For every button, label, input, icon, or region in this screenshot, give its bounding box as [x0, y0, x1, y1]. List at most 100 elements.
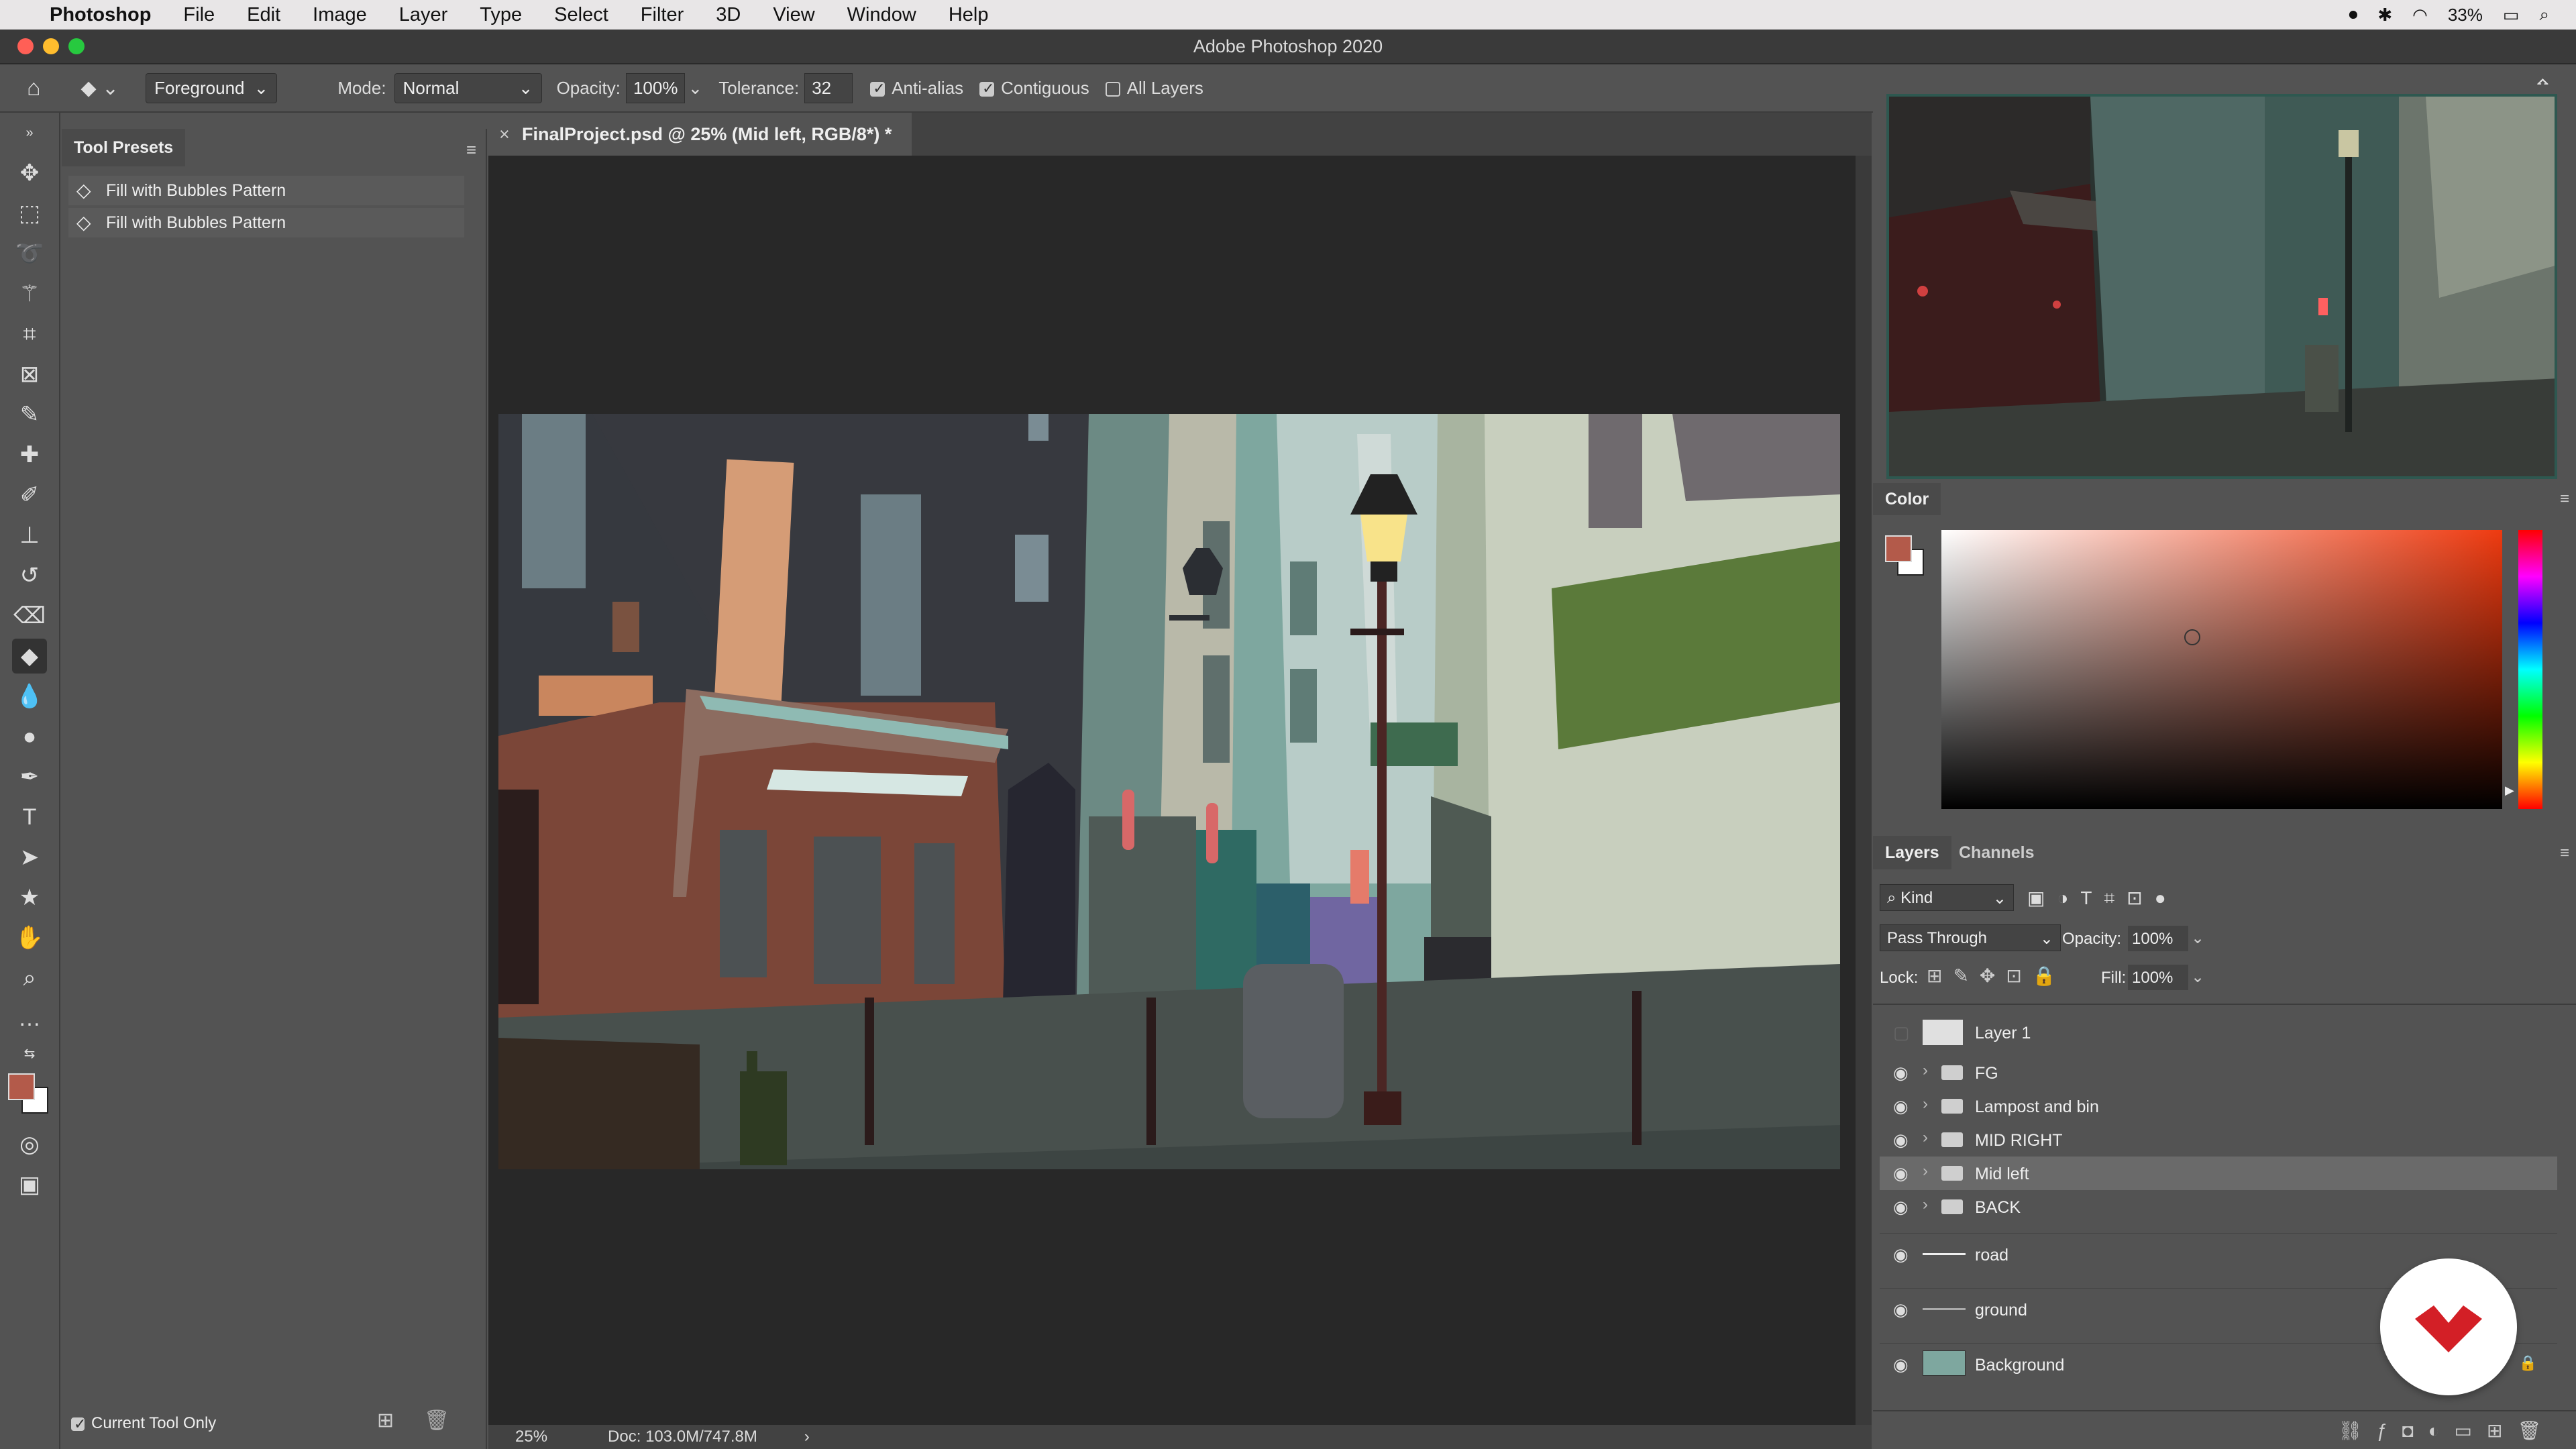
crop-tool-icon[interactable]: ⌗ [12, 317, 47, 352]
magic-wand-tool-icon[interactable]: ⚚ [12, 276, 47, 311]
layer-row[interactable]: ▢ Layer 1 [1880, 1016, 2557, 1049]
expand-arrow-icon[interactable]: › [1923, 1195, 1928, 1214]
menu-type[interactable]: Type [480, 4, 522, 26]
path-selection-tool-icon[interactable]: ➤ [12, 840, 47, 875]
expand-arrow-icon[interactable]: › [1923, 1128, 1928, 1147]
history-brush-tool-icon[interactable]: ↺ [12, 558, 47, 593]
document-tab[interactable]: × FinalProject.psd @ 25% (Mid left, RGB/8… [488, 113, 912, 156]
layer-action-icons[interactable]: ⛓ƒ◘◐▭⊞🗑 [2339, 1419, 2556, 1442]
clone-stamp-tool-icon[interactable]: ⊥ [12, 518, 47, 553]
zoom-level[interactable]: 25% [515, 1428, 547, 1446]
move-tool-icon[interactable]: ✥ [12, 156, 47, 191]
hand-tool-icon[interactable]: ✋ [12, 920, 47, 955]
filter-kind-select[interactable]: ⌕ Kind ⌄ [1880, 884, 2014, 911]
dodge-tool-icon[interactable]: ● [12, 719, 47, 754]
healing-brush-tool-icon[interactable]: ✚ [12, 437, 47, 472]
eye-icon[interactable]: ◉ [1893, 1130, 1909, 1150]
expand-arrow-icon[interactable]: › [1923, 1162, 1928, 1181]
lasso-tool-icon[interactable]: ➰ [12, 236, 47, 271]
menu-file[interactable]: File [183, 4, 215, 26]
blur-tool-icon[interactable]: 💧 [12, 679, 47, 714]
eye-icon[interactable]: ◉ [1893, 1096, 1909, 1117]
menu-help[interactable]: Help [949, 4, 989, 26]
shape-tool-icon[interactable]: ★ [12, 880, 47, 915]
menu-window[interactable]: Window [847, 4, 916, 26]
fg-color-swatch[interactable] [1885, 535, 1912, 562]
record-icon[interactable]: ⏺ [2349, 4, 2357, 25]
home-icon[interactable]: ⌂ [27, 75, 41, 101]
eraser-tool-icon[interactable]: ⌫ [12, 598, 47, 633]
layer-group-row-selected[interactable]: ◉ › Mid left [1880, 1157, 2557, 1190]
marquee-tool-icon[interactable]: ⬚ [12, 196, 47, 231]
bluetooth-icon[interactable]: ✱ [2377, 5, 2392, 25]
eye-icon[interactable]: ◉ [1893, 1197, 1909, 1218]
preset-item[interactable]: ◇ Fill with Bubbles Pattern [68, 208, 464, 237]
current-tool-only-checkbox[interactable]: Current Tool Only [71, 1414, 216, 1433]
battery-icon[interactable]: ▭ [2503, 5, 2520, 25]
swap-colors-icon[interactable]: ⇆ [12, 1044, 47, 1064]
menu-select[interactable]: Select [554, 4, 608, 26]
fill-source-select[interactable]: Foreground ⌄ [146, 72, 278, 103]
menu-view[interactable]: View [773, 4, 814, 26]
visibility-off-icon[interactable]: ▢ [1893, 1022, 1910, 1043]
contiguous-checkbox[interactable]: Contiguous [979, 78, 1089, 99]
hue-slider[interactable] [2518, 530, 2542, 809]
layer-group-row[interactable]: ◉ › Lampost and bin [1880, 1089, 2557, 1123]
menu-image[interactable]: Image [313, 4, 367, 26]
new-preset-icon[interactable]: ⊞ [377, 1409, 394, 1432]
layer-group-row[interactable]: ◉ › BACK [1880, 1190, 2557, 1224]
tab-color[interactable]: Color [1873, 483, 1941, 515]
zoom-tool-icon[interactable]: ⌕ [12, 961, 47, 996]
battery-percent[interactable]: 33% [2448, 5, 2483, 25]
quick-mask-icon[interactable]: ◎ [12, 1127, 47, 1162]
navigator-preview[interactable] [1886, 94, 2557, 479]
eye-icon[interactable]: ◉ [1893, 1244, 1909, 1265]
blend-mode-select[interactable]: Pass Through ⌄ [1880, 924, 2061, 951]
opacity-input[interactable]: 100% [625, 72, 686, 103]
search-icon[interactable]: ⌕ [2539, 4, 2549, 25]
tab-channels[interactable]: Channels [1947, 836, 2047, 869]
layer-opacity-input[interactable]: 100% [2128, 926, 2188, 951]
status-menu-arrow-icon[interactable]: › [804, 1428, 810, 1446]
doc-size[interactable]: Doc: 103.0M/747.8M [608, 1428, 757, 1446]
panel-menu-icon[interactable]: ≡ [466, 140, 476, 160]
panel-menu-icon[interactable]: ≡ [2560, 490, 2569, 508]
lock-icons[interactable]: ⊞✎✥⊡🔒 [1927, 965, 2067, 987]
color-picker-handle[interactable] [2184, 629, 2200, 645]
collapse-toolbar-icon[interactable]: » [12, 125, 47, 141]
menu-app[interactable]: Photoshop [50, 4, 151, 26]
foreground-color-swatch[interactable] [8, 1073, 35, 1100]
menu-filter[interactable]: Filter [641, 4, 684, 26]
close-tab-icon[interactable]: × [499, 113, 510, 156]
pen-tool-icon[interactable]: ✒ [12, 759, 47, 794]
expand-arrow-icon[interactable]: › [1923, 1095, 1928, 1114]
color-field[interactable] [1941, 530, 2502, 809]
layer-group-row[interactable]: ◉ › FG [1880, 1056, 2557, 1089]
delete-preset-icon[interactable]: 🗑 [424, 1409, 449, 1432]
all-layers-checkbox[interactable]: All Layers [1105, 78, 1203, 99]
expand-arrow-icon[interactable]: › [1923, 1061, 1928, 1080]
frame-tool-icon[interactable]: ⊠ [12, 357, 47, 392]
chevron-down-icon[interactable]: ⌄ [2191, 928, 2204, 948]
menu-layer[interactable]: Layer [399, 4, 448, 26]
menu-edit[interactable]: Edit [247, 4, 280, 26]
layer-group-row[interactable]: ◉ › MID RIGHT [1880, 1123, 2557, 1157]
paint-bucket-preset-icon[interactable]: ◆ ⌄ [81, 76, 119, 100]
eye-icon[interactable]: ◉ [1893, 1299, 1909, 1320]
panel-menu-icon[interactable]: ≡ [2560, 844, 2569, 863]
eye-icon[interactable]: ◉ [1893, 1354, 1909, 1375]
hue-slider-handle[interactable]: ▶ [2505, 784, 2514, 798]
tab-layers[interactable]: Layers [1873, 836, 1951, 869]
wifi-icon[interactable]: ◠ [2412, 5, 2428, 25]
document-artwork[interactable] [498, 414, 1840, 1169]
vertical-scrollbar[interactable] [1856, 156, 1872, 1425]
brush-tool-icon[interactable]: ✐ [12, 478, 47, 513]
menu-3d[interactable]: 3D [716, 4, 741, 26]
anti-alias-checkbox[interactable]: Anti-alias [870, 78, 963, 99]
tolerance-input[interactable]: 32 [804, 72, 853, 103]
preset-item[interactable]: ◇ Fill with Bubbles Pattern [68, 176, 464, 205]
fill-input[interactable]: 100% [2128, 965, 2188, 990]
screen-mode-icon[interactable]: ▣ [12, 1167, 47, 1202]
eye-icon[interactable]: ◉ [1893, 1063, 1909, 1083]
chevron-down-icon[interactable]: ⌄ [2191, 967, 2204, 987]
